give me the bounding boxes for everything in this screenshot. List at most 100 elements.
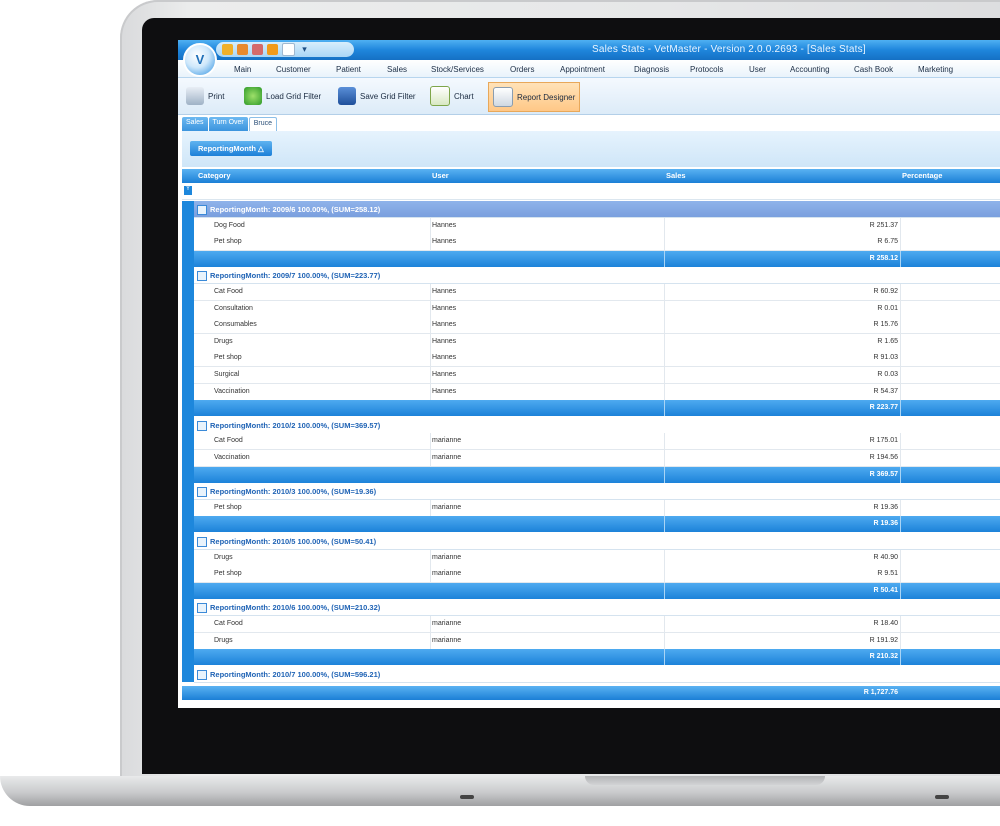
- column-header-percentage[interactable]: Percentage: [902, 171, 942, 180]
- row-selector[interactable]: [182, 433, 194, 450]
- collapse-icon[interactable]: [197, 603, 207, 614]
- quick-access-toolbar[interactable]: ▾: [216, 42, 354, 57]
- row-selector[interactable]: [182, 450, 194, 467]
- patient-icon[interactable]: [252, 44, 263, 55]
- group-row[interactable]: ReportingMonth: 2010/3 100.00%, (SUM=19.…: [194, 483, 1000, 501]
- menu-item-appointment[interactable]: Appointment: [560, 65, 605, 74]
- menu-item-cash-book[interactable]: Cash Book: [854, 65, 893, 74]
- menu-item-marketing[interactable]: Marketing: [918, 65, 953, 74]
- row-selector[interactable]: [182, 566, 194, 583]
- document-icon[interactable]: [282, 43, 295, 56]
- row-selector[interactable]: [182, 383, 194, 401]
- column-header-sales[interactable]: Sales: [666, 171, 686, 180]
- print-button[interactable]: Print: [186, 82, 224, 110]
- group-row[interactable]: ReportingMonth: 2010/5 100.00%, (SUM=50.…: [194, 533, 1000, 550]
- table-row[interactable]: Pet shop Hannes R 6.75: [194, 234, 1000, 252]
- menu-item-diagnosis[interactable]: Diagnosis: [634, 65, 669, 74]
- menu-item-main[interactable]: Main: [234, 65, 251, 74]
- table-row[interactable]: Dog Food Hannes R 251.37: [194, 217, 1000, 235]
- tab-bruce[interactable]: Bruce: [248, 117, 278, 131]
- row-selector[interactable]: [182, 317, 194, 334]
- row-selector[interactable]: [182, 483, 194, 500]
- menu-item-stock-services[interactable]: Stock/Services: [431, 65, 484, 74]
- table-row[interactable]: Consumables Hannes R 15.76: [194, 317, 1000, 335]
- app-logo[interactable]: V: [183, 43, 217, 77]
- row-selector[interactable]: [182, 516, 194, 533]
- row-selector[interactable]: [182, 499, 194, 517]
- collapse-icon[interactable]: [197, 271, 207, 282]
- chevron-down-icon[interactable]: ▾: [299, 44, 310, 55]
- save-grid-filter-button[interactable]: Save Grid Filter: [338, 82, 416, 110]
- group-row[interactable]: ReportingMonth: 2010/2 100.00%, (SUM=369…: [194, 416, 1000, 434]
- row-selector[interactable]: [182, 201, 194, 218]
- row-selector[interactable]: [182, 400, 194, 417]
- table-row[interactable]: Pet shop Hannes R 91.03: [194, 350, 1000, 368]
- group-row[interactable]: ReportingMonth: 2009/7 100.00%, (SUM=223…: [194, 267, 1000, 285]
- group-row[interactable]: ReportingMonth: 2010/7 100.00%, (SUM=596…: [194, 665, 1000, 683]
- table-row[interactable]: Drugs marianne R 40.90: [194, 549, 1000, 567]
- group-title: ReportingMonth: 2010/2 100.00%, (SUM=369…: [210, 420, 381, 430]
- menu-item-patient[interactable]: Patient: [336, 65, 361, 74]
- report-designer-button[interactable]: Report Designer: [488, 82, 581, 112]
- cell-category: Drugs: [214, 553, 233, 561]
- collapse-icon[interactable]: [197, 420, 207, 431]
- table-row[interactable]: Drugs marianne R 191.92: [194, 632, 1000, 650]
- collapse-icon[interactable]: [197, 669, 207, 680]
- table-row[interactable]: Cat Food Hannes R 60.92: [194, 284, 1000, 301]
- row-selector[interactable]: [182, 533, 194, 550]
- appointment-icon[interactable]: [267, 44, 278, 55]
- table-row[interactable]: Drugs Hannes R 1.65: [194, 333, 1000, 351]
- customer-icon[interactable]: [237, 44, 248, 55]
- menu-item-accounting[interactable]: Accounting: [790, 65, 830, 74]
- load-grid-filter-button[interactable]: Load Grid Filter: [244, 82, 321, 110]
- group-by-reporting-month[interactable]: ReportingMonth △: [190, 141, 272, 156]
- collapse-icon[interactable]: [197, 487, 207, 498]
- table-row[interactable]: Pet shop marianne R 19.36: [194, 499, 1000, 517]
- table-row[interactable]: Cat Food marianne R 18.40: [194, 616, 1000, 633]
- table-row[interactable]: Surgical Hannes R 0.03: [194, 367, 1000, 384]
- row-selector[interactable]: [182, 284, 194, 301]
- filter-icon[interactable]: Y: [184, 186, 192, 195]
- menu-item-customer[interactable]: Customer: [276, 65, 311, 74]
- menu-item-user[interactable]: User: [749, 65, 766, 74]
- find-icon[interactable]: [222, 44, 233, 55]
- row-selector[interactable]: [182, 217, 194, 235]
- app-window: ▾ Sales Stats - VetMaster - Version 2.0.…: [178, 40, 1000, 708]
- tab-sales[interactable]: Sales: [182, 117, 208, 131]
- row-selector[interactable]: [182, 367, 194, 384]
- column-header-category[interactable]: Category: [198, 171, 231, 180]
- tab-turn-over[interactable]: Turn Over: [208, 117, 248, 131]
- menu-item-protocols[interactable]: Protocols: [690, 65, 723, 74]
- row-selector[interactable]: [182, 350, 194, 367]
- group-row[interactable]: ReportingMonth: 2009/6 100.00%, (SUM=258…: [194, 201, 1000, 218]
- collapse-icon[interactable]: [197, 205, 207, 215]
- table-row[interactable]: Vaccination marianne R 194.56: [194, 450, 1000, 467]
- row-selector[interactable]: [182, 466, 194, 484]
- table-row[interactable]: Cat Food marianne R 175.01: [194, 433, 1000, 451]
- menu-item-sales[interactable]: Sales: [387, 65, 407, 74]
- filter-row[interactable]: Y: [182, 183, 1000, 200]
- row-selector[interactable]: [182, 649, 194, 666]
- group-row[interactable]: ReportingMonth: 2010/6 100.00%, (SUM=210…: [194, 599, 1000, 617]
- table-row[interactable]: Consultation Hannes R 0.01: [194, 300, 1000, 318]
- cell-user: marianne: [432, 636, 462, 644]
- row-selector[interactable]: [182, 665, 194, 683]
- column-header-user[interactable]: User: [432, 171, 449, 180]
- table-row[interactable]: Pet shop marianne R 9.51: [194, 566, 1000, 584]
- collapse-icon[interactable]: [197, 537, 207, 547]
- row-selector[interactable]: [182, 616, 194, 633]
- row-selector[interactable]: [182, 250, 194, 268]
- row-selector[interactable]: [182, 267, 194, 284]
- row-selector[interactable]: [182, 599, 194, 616]
- row-selector[interactable]: [182, 632, 194, 650]
- row-selector[interactable]: [182, 333, 194, 351]
- row-selector[interactable]: [182, 416, 194, 434]
- table-row[interactable]: Vaccination Hannes R 54.37: [194, 383, 1000, 401]
- group-summary-row: R 50.41: [194, 582, 1000, 599]
- row-selector[interactable]: [182, 549, 194, 567]
- chart-button[interactable]: Chart: [430, 82, 474, 110]
- row-selector[interactable]: [182, 300, 194, 318]
- row-selector[interactable]: [182, 582, 194, 600]
- row-selector[interactable]: [182, 234, 194, 251]
- menu-item-orders[interactable]: Orders: [510, 65, 534, 74]
